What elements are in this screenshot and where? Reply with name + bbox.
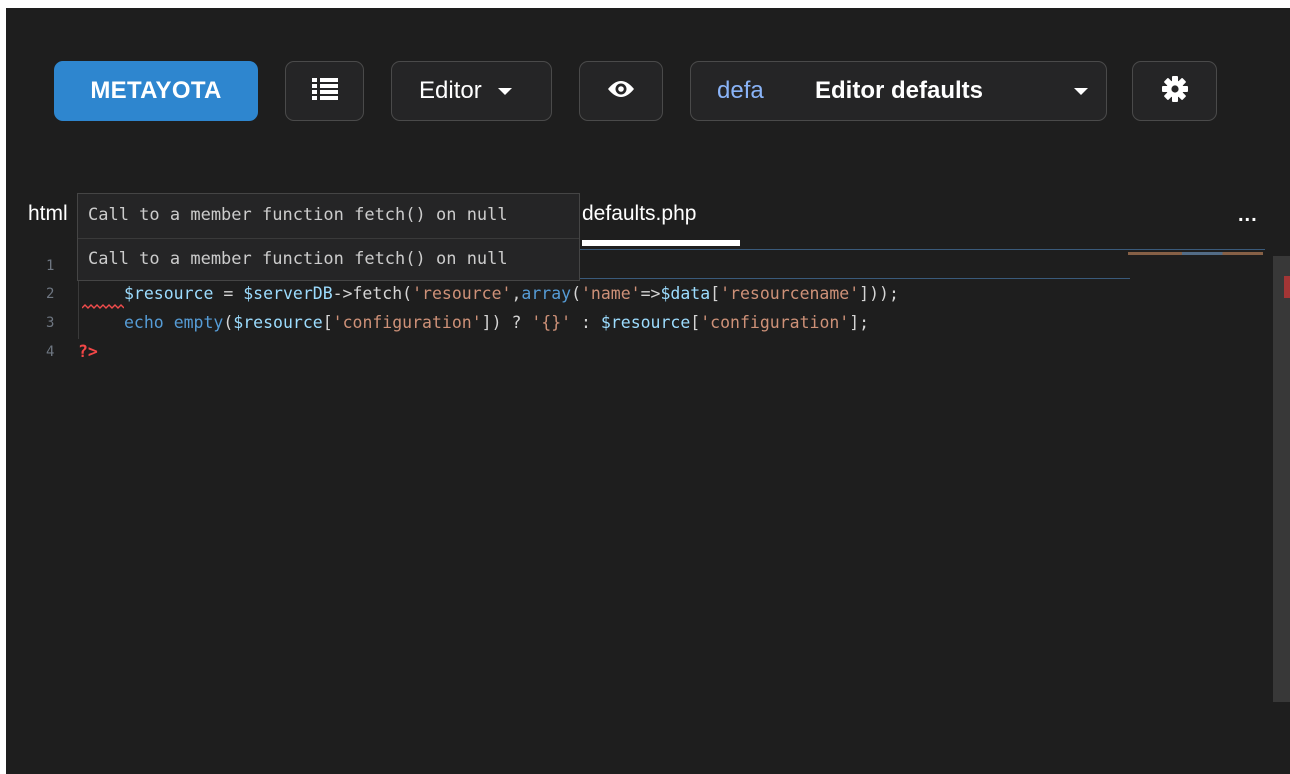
- defaults-select[interactable]: defa Editor defaults: [690, 61, 1107, 121]
- code-token: $resource: [600, 313, 691, 332]
- gear-icon: [1161, 75, 1188, 107]
- settings-button[interactable]: [1132, 61, 1217, 121]
- line-number: 1: [46, 258, 55, 274]
- code-token: empty: [173, 313, 224, 332]
- code-token: 'name': [581, 284, 641, 303]
- code-token: 'configuration': [700, 313, 850, 332]
- code-token: =>: [640, 284, 661, 303]
- editor-window: METAYOTA Editor defa Editor defaults htm…: [6, 8, 1290, 774]
- code-token: (: [571, 284, 581, 303]
- chevron-down-icon: [1074, 87, 1088, 95]
- tooltip-message: Call to a member function fetch() on nul…: [88, 205, 508, 225]
- code-token: echo: [124, 313, 164, 332]
- error-tooltip: Call to a member function fetch() on nul…: [77, 193, 580, 281]
- code-token: ,: [511, 284, 522, 303]
- error-squiggle: [82, 304, 124, 309]
- find-widget-border: [580, 278, 1130, 279]
- code-token: array: [521, 284, 572, 303]
- metayota-button[interactable]: METAYOTA: [54, 61, 258, 121]
- code-token: :: [571, 313, 601, 332]
- tooltip-message: Call to a member function fetch() on nul…: [88, 249, 508, 269]
- code-token: $data: [660, 284, 711, 303]
- brand-label: METAYOTA: [90, 77, 222, 104]
- code-token: $resource: [233, 313, 323, 332]
- active-tab-indicator: [582, 240, 740, 246]
- error-marker: [1284, 276, 1290, 298]
- code-token: 'configuration': [332, 313, 482, 332]
- eye-icon: [607, 79, 635, 104]
- editor-dropdown[interactable]: Editor: [391, 61, 552, 121]
- chevron-down-icon: [497, 87, 512, 95]
- defaults-short-label: defa: [717, 77, 764, 104]
- line-number: 2: [46, 286, 55, 302]
- vertical-scrollbar[interactable]: [1273, 256, 1290, 702]
- code-token: =: [213, 284, 244, 303]
- more-icon[interactable]: ...: [1238, 204, 1258, 227]
- code-line-4[interactable]: ?>: [78, 342, 98, 361]
- code-token: '{}': [531, 313, 572, 332]
- code-token: (: [223, 313, 234, 332]
- code-token: 'resource': [412, 284, 512, 303]
- tooltip-divider: [78, 238, 579, 239]
- minimap[interactable]: [1128, 252, 1263, 255]
- tab-html[interactable]: html: [28, 202, 68, 226]
- line-number: 4: [46, 344, 55, 360]
- editor-dropdown-label: Editor: [419, 77, 482, 104]
- list-icon: [311, 77, 338, 106]
- tab-defaults-php[interactable]: defaults.php: [582, 202, 696, 226]
- php-close-tag: ?>: [78, 342, 98, 361]
- code-token: 'resourcename': [720, 284, 860, 303]
- code-token: [: [322, 313, 333, 332]
- code-token: [: [710, 284, 721, 303]
- code-token: ]) ?: [481, 313, 532, 332]
- code-token: $serverDB: [243, 284, 333, 303]
- code-line-3[interactable]: echo empty($resource['configuration']) ?…: [124, 313, 869, 332]
- outline-button[interactable]: [285, 61, 364, 121]
- code-token: ]));: [859, 284, 899, 303]
- code-token: $resource: [124, 284, 214, 303]
- defaults-label: Editor defaults: [815, 77, 984, 104]
- code-token: [: [690, 313, 701, 332]
- preview-button[interactable]: [579, 61, 663, 121]
- code-token: ->fetch(: [332, 284, 413, 303]
- code-token: ];: [849, 313, 870, 332]
- line-number: 3: [46, 315, 55, 331]
- code-line-2[interactable]: $resource = $serverDB->fetch('resource',…: [124, 284, 899, 303]
